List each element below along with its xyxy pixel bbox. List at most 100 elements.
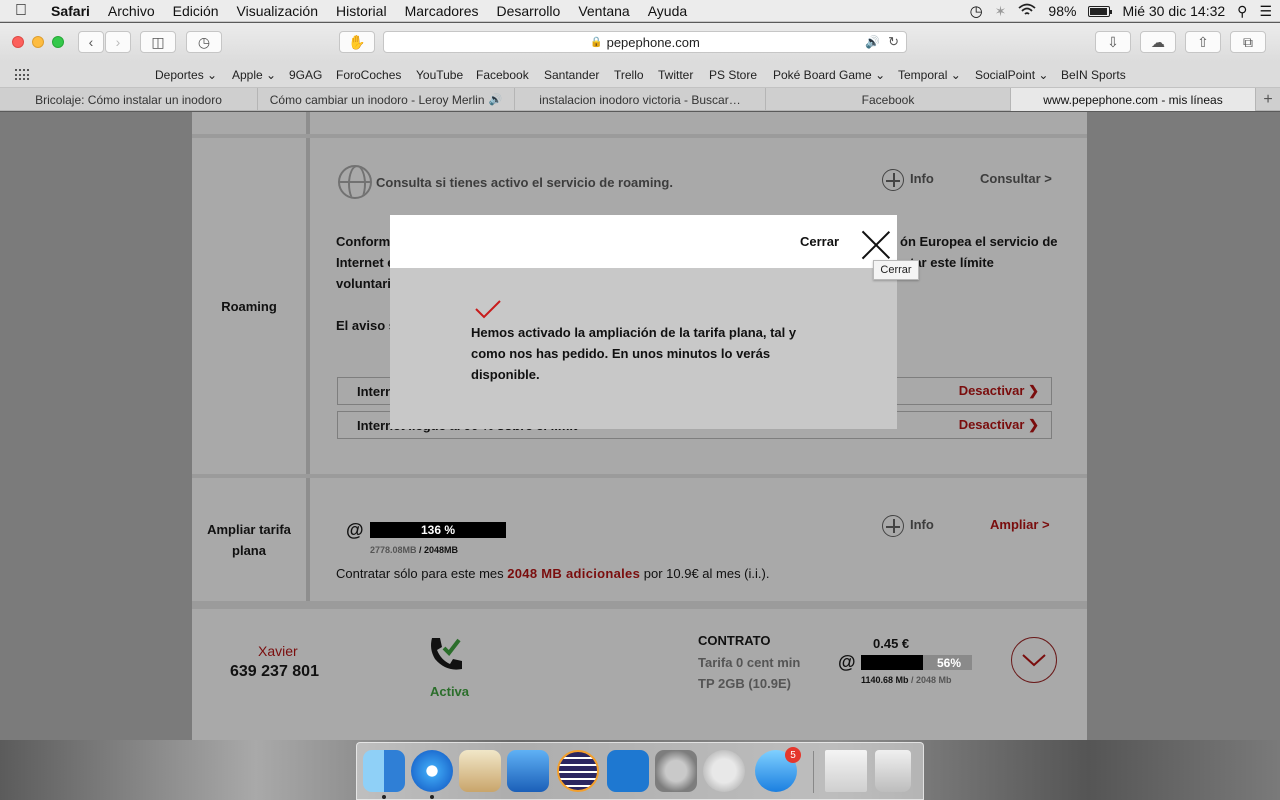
roaming-desactivar-button-2[interactable]: Desactivar ❯ (959, 417, 1039, 433)
tab-bricolaje[interactable]: Bricolaje: Cómo instalar un inodoro (0, 88, 258, 111)
audio-playing-icon[interactable]: 🔊 (865, 35, 880, 49)
previous-section-content (310, 112, 1087, 134)
sidebar-toggle-button[interactable]: ◫ (140, 31, 176, 53)
spotlight-icon[interactable]: ⚲ (1237, 3, 1247, 20)
previous-section-label (192, 112, 310, 134)
plan-line-1: Tarifa 0 cent min (698, 655, 801, 670)
zoom-window-button[interactable] (52, 36, 64, 48)
roaming-limit-row-1-text: Intern (357, 383, 394, 399)
address-bar[interactable]: 🔒 pepephone.com 🔊 ↻ (383, 31, 907, 53)
contract-title: CONTRATO (698, 633, 771, 648)
plus-circle-icon[interactable] (882, 515, 904, 537)
ampliar-label: Ampliar tarifa plana (192, 478, 310, 601)
menu-historial[interactable]: Historial (327, 3, 396, 19)
chevron-down-icon: ⌄ (875, 68, 886, 82)
new-tab-button[interactable]: + (1256, 88, 1280, 111)
bookmark-deportes[interactable]: Deportes ⌄ (155, 68, 217, 82)
ampliar-link[interactable]: Ampliar > (990, 517, 1050, 532)
bookmark-9gag[interactable]: 9GAG (289, 68, 322, 82)
cocos-creature-icon[interactable] (703, 750, 745, 792)
close-window-button[interactable] (12, 36, 24, 48)
browser-toolbar: ‹ › ◫ ◷ ✋ 🔒 pepephone.com 🔊 ↻ ⇩ ☁ ⇧ ⧉ (0, 23, 1280, 62)
menu-ventana[interactable]: Ventana (569, 3, 638, 19)
chevron-down-icon (1022, 654, 1046, 667)
roaming-info-link[interactable]: Info (910, 171, 934, 186)
bookmark-ps-store[interactable]: PS Store (709, 68, 757, 82)
app-store-badge: 5 (785, 747, 801, 763)
safari-icon[interactable] (411, 750, 453, 792)
show-all-tabs-button[interactable]: ⧉ (1230, 31, 1266, 53)
share-button[interactable]: ⇧ (1185, 31, 1221, 53)
roaming-consultar-link[interactable]: Consultar > (980, 171, 1052, 186)
documents-stack-icon[interactable] (825, 750, 867, 792)
bookmark-bein-sports[interactable]: BeIN Sports (1061, 68, 1126, 82)
bookmark-trello[interactable]: Trello (614, 68, 644, 82)
expand-line-button[interactable] (1011, 637, 1057, 683)
bookmark-santander[interactable]: Santander (544, 68, 599, 82)
tab-leroy-merlin[interactable]: Cómo cambiar un inodoro - Leroy Merlin 🔊 (258, 88, 515, 111)
icloud-tabs-button[interactable]: ☁ (1140, 31, 1176, 53)
system-preferences-icon[interactable] (655, 750, 697, 792)
bookmark-apple[interactable]: Apple ⌄ (232, 68, 276, 82)
modal-close-text[interactable]: Cerrar (800, 234, 839, 249)
menu-clock[interactable]: Mié 30 dic 14:32 (1122, 3, 1225, 19)
finder-icon[interactable] (363, 750, 405, 792)
menu-visualizacion[interactable]: Visualización (228, 3, 327, 19)
close-tooltip: Cerrar (873, 260, 919, 280)
plan-line-2: TP 2GB (10.9E) (698, 676, 791, 691)
history-button[interactable]: ◷ (186, 31, 222, 53)
tab-instalacion-inodoro[interactable]: instalacion inodoro victoria - Buscar… (515, 88, 766, 111)
close-icon[interactable] (860, 228, 892, 260)
data-usage-at-icon: @ (838, 652, 856, 672)
time-machine-icon[interactable]: ◷ (970, 2, 983, 20)
minimize-window-button[interactable] (32, 36, 44, 48)
bookmark-temporal[interactable]: Temporal ⌄ (898, 68, 961, 82)
bookmark-twitter[interactable]: Twitter (658, 68, 693, 82)
menu-archivo[interactable]: Archivo (99, 3, 164, 19)
audio-playing-icon[interactable]: 🔊 (489, 93, 503, 106)
wifi-icon[interactable] (1018, 3, 1036, 20)
menu-marcadores[interactable]: Marcadores (396, 3, 488, 19)
line-usage-text: 1140.68 Mb / 2048 Mb (861, 675, 952, 685)
notification-center-icon[interactable]: ☰ (1259, 3, 1272, 20)
offer-text: Contratar sólo para este mes 2048 MB adi… (336, 566, 770, 581)
menu-ayuda[interactable]: Ayuda (639, 3, 696, 19)
bookmark-facebook[interactable]: Facebook (476, 68, 529, 82)
chevron-right-icon: ❯ (1028, 417, 1039, 432)
back-button[interactable]: ‹ (78, 31, 104, 53)
mail-icon[interactable] (459, 750, 501, 792)
ghostery-extension-button[interactable]: ✋ (339, 31, 375, 53)
reload-icon[interactable]: ↻ (888, 34, 899, 50)
eclipse-icon[interactable] (557, 750, 599, 792)
roaming-paragraph-line2-start: Internet e (336, 255, 395, 270)
line-usage-bar-fill (861, 655, 924, 670)
modal-header: Cerrar (390, 215, 897, 268)
forward-button[interactable]: › (105, 31, 131, 53)
plus-circle-icon[interactable] (882, 169, 904, 191)
apple-menu-icon[interactable]:  (0, 2, 42, 20)
running-indicator (430, 795, 434, 799)
xcode-icon[interactable] (507, 750, 549, 792)
bookmark-forocoches[interactable]: ForoCoches (336, 68, 401, 82)
data-usage-at-icon: @ (346, 520, 364, 540)
bluetooth-icon[interactable]: ✶ (995, 3, 1007, 20)
menu-desarrollo[interactable]: Desarrollo (488, 3, 570, 19)
brackets-icon[interactable] (607, 750, 649, 792)
tab-facebook[interactable]: Facebook (766, 88, 1011, 111)
downloads-button[interactable]: ⇩ (1095, 31, 1131, 53)
bookmark-poke-board-game[interactable]: Poké Board Game ⌄ (773, 68, 885, 82)
roaming-paragraph-start: Conforme (336, 234, 398, 249)
menu-app-name[interactable]: Safari (42, 3, 99, 19)
roaming-desactivar-button-1[interactable]: Desactivar ❯ (959, 383, 1039, 399)
roaming-label: Roaming (192, 138, 310, 474)
bookmark-youtube[interactable]: YouTube (416, 68, 463, 82)
trash-icon[interactable] (875, 750, 911, 792)
confirmation-modal: Cerrar Hemos activado la ampliación de l… (390, 215, 897, 429)
battery-icon[interactable] (1088, 5, 1113, 17)
ampliar-info-link[interactable]: Info (910, 517, 934, 532)
menu-edicion[interactable]: Edición (164, 3, 228, 19)
tab-pepephone[interactable]: www.pepephone.com - mis líneas (1011, 88, 1256, 111)
address-text: pepephone.com (606, 34, 700, 50)
bookmark-socialpoint[interactable]: SocialPoint ⌄ (975, 68, 1048, 82)
top-sites-grid-icon[interactable] (15, 69, 29, 81)
